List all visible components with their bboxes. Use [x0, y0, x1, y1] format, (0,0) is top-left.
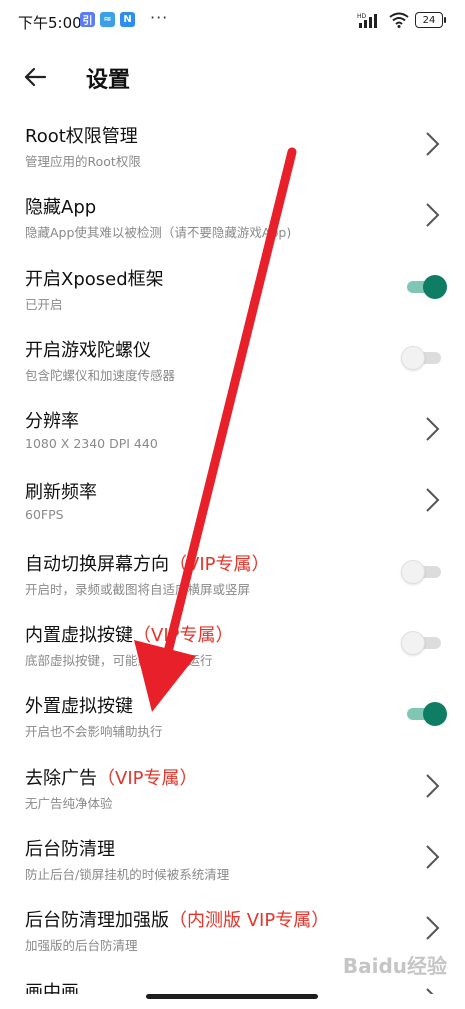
status-app-icons: 引 ≈ N — [80, 12, 135, 27]
network-label: HD — [357, 13, 367, 20]
header: 设置 — [0, 48, 465, 108]
setting-subtitle: 加强版的后台防清理 — [25, 938, 138, 954]
setting-title: 刷新频率 — [25, 482, 97, 504]
setting-subtitle: 防止后台/锁屏挂机的时候被系统清理 — [25, 866, 230, 882]
status-right: HD 24 — [357, 12, 446, 28]
home-indicator[interactable] — [146, 994, 318, 999]
more-notifications-icon: ··· — [150, 8, 169, 27]
chevron-right-icon — [426, 916, 440, 940]
setting-external-virtual-keys: 外置虚拟按键 开启也不会影响辅助执行 — [0, 678, 465, 749]
setting-title: 外置虚拟按键 — [25, 696, 133, 718]
status-bar: 下午5:00 引 ≈ N ··· HD 24 — [0, 0, 465, 44]
setting-title: 内置虚拟按键（VIP专属） — [25, 625, 234, 647]
battery-icon: 24 — [415, 12, 446, 28]
chevron-right-icon — [426, 773, 440, 798]
setting-background-protect[interactable]: 后台防清理 防止后台/锁屏挂机的时候被系统清理 — [0, 821, 465, 892]
setting-subtitle: 开启也不会影响辅助执行 — [25, 724, 163, 740]
setting-xposed: 开启Xposed框架 已开启 — [0, 251, 465, 322]
chevron-right-icon — [426, 845, 440, 869]
chevron-right-icon — [426, 132, 440, 156]
setting-subtitle: 底部虚拟按键，可能影响辅助运行 — [25, 653, 213, 669]
setting-title: 自动切换屏幕方向（VIP专属） — [25, 553, 270, 575]
xposed-toggle[interactable] — [405, 274, 447, 299]
setting-auto-rotate: 自动切换屏幕方向（VIP专属） 开启时，录频或截图将自适应横屏或竖屏 — [0, 536, 465, 607]
app-badge-2-icon: ≈ — [100, 12, 115, 27]
setting-title: 后台防清理加强版（内测版 VIP专属） — [25, 910, 330, 932]
setting-subtitle: 无广告纯净体验 — [25, 795, 113, 811]
setting-title: 分辨率 — [25, 411, 79, 433]
settings-list: Root权限管理 管理应用的Root权限 隐藏App 隐藏App使其难以被检测（… — [0, 108, 465, 994]
setting-resolution[interactable]: 分辨率 1080 X 2340 DPI 440 — [0, 393, 465, 464]
setting-subtitle: 隐藏App使其难以被检测（请不要隐藏游戏App) — [25, 225, 292, 241]
chevron-right-icon — [426, 203, 440, 228]
setting-title: 后台防清理 — [25, 838, 115, 860]
setting-subtitle: 包含陀螺仪和加速度传感器 — [25, 367, 176, 383]
setting-subtitle: 已开启 — [25, 296, 63, 312]
setting-title: 去除广告（VIP专属） — [25, 767, 198, 789]
arrow-left-icon — [24, 67, 46, 87]
page-title: 设置 — [86, 68, 131, 93]
chevron-right-icon — [426, 488, 440, 513]
chevron-right-icon — [426, 417, 440, 441]
auto-rotate-toggle[interactable] — [401, 559, 443, 584]
wifi-icon — [389, 12, 409, 28]
setting-title: 开启游戏陀螺仪 — [25, 339, 151, 361]
setting-remove-ads[interactable]: 去除广告（VIP专属） 无广告纯净体验 — [0, 750, 465, 821]
setting-title: 隐藏App — [25, 197, 97, 219]
watermark: Baidu经验 — [342, 954, 447, 978]
back-button[interactable] — [18, 60, 52, 94]
setting-subtitle: 1080 X 2340 DPI 440 — [25, 436, 158, 452]
external-virtual-keys-toggle[interactable] — [405, 702, 447, 727]
app-badge-1-icon: 引 — [80, 12, 95, 27]
setting-subtitle: 开启时，录频或截图将自适应横屏或竖屏 — [25, 581, 251, 597]
setting-hide-app[interactable]: 隐藏App 隐藏App使其难以被检测（请不要隐藏游戏App) — [0, 179, 465, 250]
setting-subtitle: 管理应用的Root权限 — [25, 154, 141, 169]
status-time: 下午5:00 — [18, 14, 82, 32]
setting-gyroscope: 开启游戏陀螺仪 包含陀螺仪和加速度传感器 — [0, 322, 465, 393]
gyroscope-toggle[interactable] — [401, 345, 443, 370]
builtin-virtual-keys-toggle[interactable] — [401, 631, 443, 656]
setting-title: 开启Xposed框架 — [25, 268, 164, 290]
signal-icon: HD — [357, 13, 377, 28]
setting-builtin-virtual-keys: 内置虚拟按键（VIP专属） 底部虚拟按键，可能影响辅助运行 — [0, 607, 465, 678]
setting-title: 画中画 — [25, 981, 79, 994]
setting-root-permission[interactable]: Root权限管理 管理应用的Root权限 — [0, 108, 465, 179]
app-badge-3-icon: N — [120, 12, 135, 27]
setting-subtitle: 60FPS — [25, 507, 64, 523]
setting-title: Root权限管理 — [25, 126, 138, 147]
chevron-right-icon — [426, 987, 434, 994]
setting-refresh-rate[interactable]: 刷新频率 60FPS — [0, 464, 465, 535]
